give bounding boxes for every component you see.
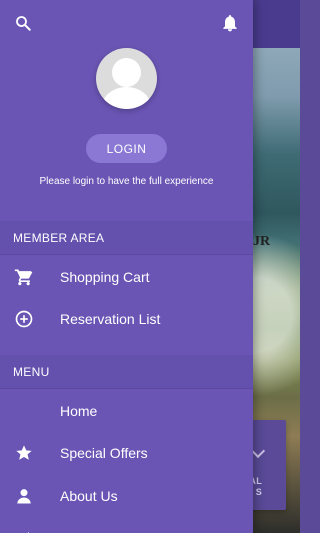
drawer-item-partial[interactable] bbox=[0, 518, 253, 533]
shopping-cart-icon bbox=[12, 265, 36, 289]
navigation-drawer: LOGIN Please login to have the full expe… bbox=[0, 0, 253, 533]
drawer-item-reservation-list[interactable]: Reservation List bbox=[0, 299, 253, 339]
avatar[interactable] bbox=[96, 48, 157, 109]
share-icon bbox=[12, 526, 36, 533]
avatar-head-shape bbox=[112, 58, 141, 87]
drawer-item-label: Special Offers bbox=[60, 445, 148, 461]
add-circle-icon bbox=[12, 307, 36, 331]
login-note: Please login to have the full experience bbox=[39, 176, 214, 187]
background-heading-fragment: JR bbox=[253, 234, 271, 249]
drawer-item-label: Reservation List bbox=[60, 311, 161, 327]
person-icon bbox=[12, 484, 36, 508]
section-header-member-area: MEMBER AREA bbox=[0, 221, 253, 255]
drawer-item-home[interactable]: Home bbox=[0, 391, 253, 431]
drawer-item-label: About Us bbox=[60, 488, 118, 504]
drawer-item-about-us[interactable]: About Us bbox=[0, 476, 253, 516]
section-title: MEMBER AREA bbox=[13, 231, 105, 245]
section-header-menu: MENU bbox=[0, 355, 253, 389]
search-icon[interactable] bbox=[10, 10, 36, 36]
drawer-item-label: Home bbox=[60, 403, 98, 419]
drawer-item-special-offers[interactable]: Special Offers bbox=[0, 433, 253, 473]
avatar-shoulders-shape bbox=[102, 87, 151, 109]
section-title: MENU bbox=[13, 365, 50, 379]
drawer-item-label: Shopping Cart bbox=[60, 269, 150, 285]
star-icon bbox=[12, 441, 36, 465]
drawer-item-shopping-cart[interactable]: Shopping Cart bbox=[0, 257, 253, 297]
bell-icon[interactable] bbox=[217, 10, 243, 36]
login-button[interactable]: LOGIN bbox=[86, 134, 167, 163]
